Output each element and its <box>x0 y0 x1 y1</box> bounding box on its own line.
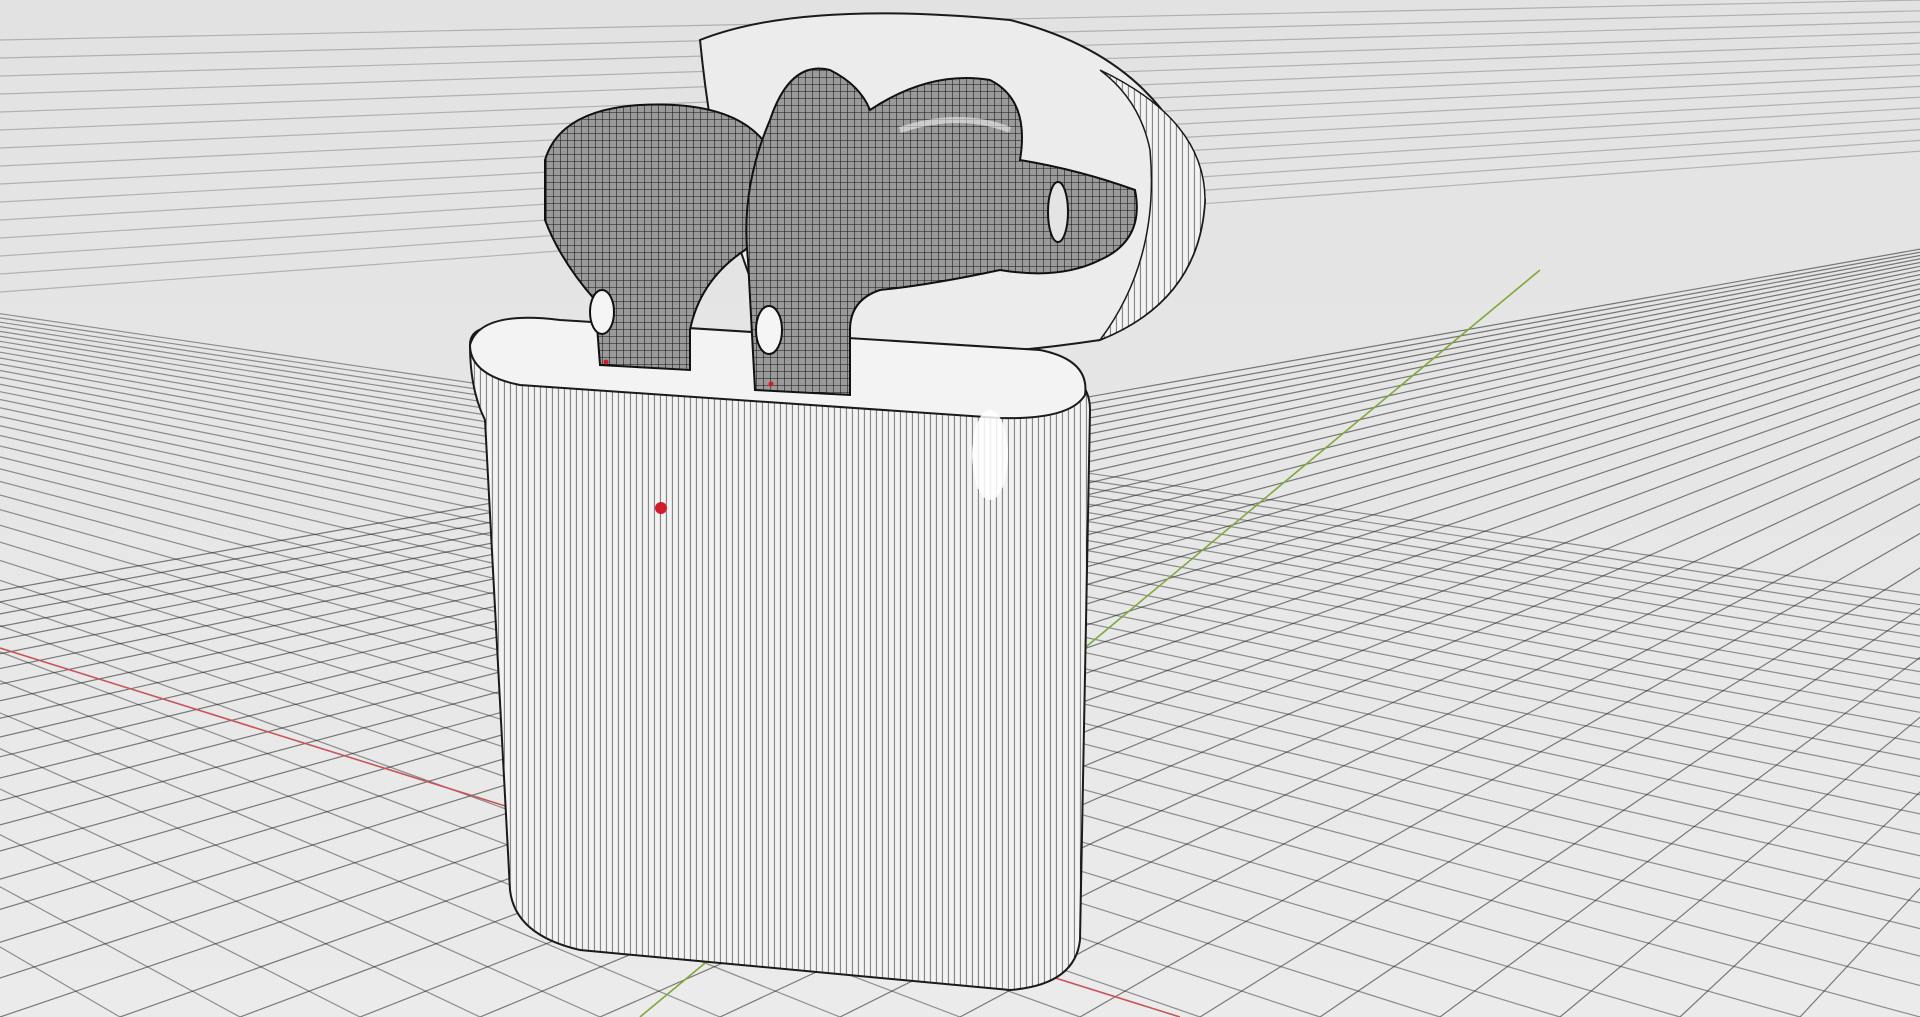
viewport-canvas[interactable] <box>0 0 1920 1017</box>
case-highlight <box>972 410 1008 500</box>
left-earbud-marker <box>603 359 609 365</box>
left-earbud-sensor <box>589 289 615 335</box>
right-earbud-marker <box>768 381 774 387</box>
3d-viewport[interactable] <box>0 0 1920 1017</box>
right-earbud-sensor <box>755 305 783 355</box>
front-marker-dot <box>655 502 667 514</box>
charging-case[interactable] <box>468 316 1092 992</box>
right-earbud-speaker <box>1047 181 1069 243</box>
